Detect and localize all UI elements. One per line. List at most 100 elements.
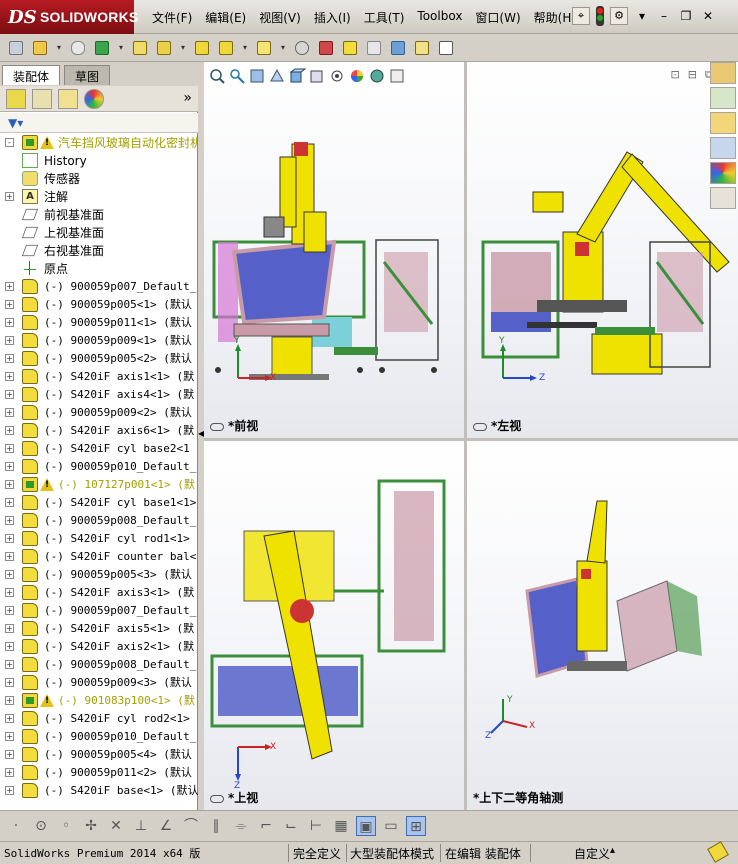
tree-item[interactable]: + (-) S420iF axis4<1> (默 [0,386,198,404]
expand-icon[interactable]: + [5,498,14,507]
configuration-manager-tab-icon[interactable] [58,88,78,109]
view-link-icon[interactable] [210,794,224,803]
expand-icon[interactable]: + [5,444,14,453]
angle-icon[interactable]: ∠ [156,816,176,836]
print-icon[interactable] [130,38,150,58]
options-gear-toolbar-icon[interactable] [292,38,312,58]
tree-item[interactable]: 传感器 [0,170,198,188]
design-library-icon[interactable] [710,87,736,109]
tree-item[interactable]: + (-) S420iF cyl rod2<1> [0,710,198,728]
tree-item[interactable]: + (-) 900059p005<3> (默认 [0,566,198,584]
menu-tools[interactable]: 工具(T) [360,9,414,26]
expand-icon[interactable]: + [5,786,14,795]
open-dropdown-icon[interactable]: ▾ [54,38,64,58]
tree-item[interactable]: - 汽车挡风玻璃自动化密封机 [0,134,198,152]
parallel-icon[interactable]: ∥ [206,816,226,836]
tree-filter[interactable]: ▼▾ [0,113,198,133]
expand-icon[interactable]: + [5,750,14,759]
point-icon[interactable]: · [6,816,26,836]
expand-icon[interactable]: + [5,624,14,633]
expand-icon[interactable]: + [5,642,14,651]
menu-edit[interactable]: 编辑(E) [201,9,255,26]
tree-item[interactable]: + (-) S420iF axis5<1> (默 [0,620,198,638]
options-gear-icon[interactable]: ⚙ [610,7,628,25]
feature-manager-tab-icon[interactable] [6,88,26,109]
four-view-icon[interactable]: ⊞ [406,815,426,836]
shaded-display-icon[interactable]: ▣ [356,815,376,836]
tree-item[interactable]: + (-) S420iF axis2<1> (默 [0,638,198,656]
tab-assembly[interactable]: 装配体 [2,65,61,85]
tree-item[interactable]: + (-) S420iF cyl rod1<1> [0,530,198,548]
tree-item[interactable]: + (-) 900059p011<1> (默认 [0,314,198,332]
expand-icon[interactable]: + [5,282,14,291]
tree-item[interactable]: 右视基准面 [0,242,198,260]
view-link-icon[interactable] [210,422,224,431]
expand-icon[interactable]: + [5,408,14,417]
expand-icon[interactable]: + [5,318,14,327]
preview-dropdown-icon[interactable]: ▾ [178,38,188,58]
tree-item[interactable]: 原点 [0,260,198,278]
tree-item[interactable]: + (-) S420iF cyl base2<1 [0,440,198,458]
tab-sketch[interactable]: 草图 [64,65,111,85]
tree-item[interactable]: + (-) S420iF axis1<1> (默 [0,368,198,386]
dropdown-arrow-icon[interactable]: ▾ [634,8,650,24]
expand-icon[interactable]: + [5,336,14,345]
rebuild-traffic-light-icon[interactable] [596,6,604,26]
trim-icon[interactable]: ⌯ [231,816,251,836]
viewport-top[interactable]: X Z *上视 [204,441,464,810]
edit-pencil-icon[interactable] [707,841,729,863]
menu-toolbox[interactable]: Toolbox [413,9,471,26]
paperclip-icon[interactable] [68,38,88,58]
menu-file[interactable]: 文件(F) [148,9,201,26]
reference-geometry-icon[interactable] [412,38,432,58]
tree-item[interactable]: + (-) 900059p008_Default_ [0,656,198,674]
insert-component-icon[interactable] [192,38,212,58]
status-custom-units[interactable]: 自定义 [574,845,610,862]
viewport-horizontal-divider[interactable] [204,438,738,441]
tree-item[interactable]: + (-) 900059p011<2> (默认 [0,764,198,782]
expand-icon[interactable]: + [5,678,14,687]
tree-item[interactable]: History [0,152,198,170]
display-manager-tab-icon[interactable] [84,88,104,109]
solidworks-resources-icon[interactable] [710,62,736,84]
component-preview-icon[interactable] [154,38,174,58]
grid-icon[interactable]: ▦ [331,816,351,836]
explode-view-icon[interactable] [254,38,274,58]
tree-item[interactable]: + (-) 900059p005<2> (默认 [0,350,198,368]
pin-icon[interactable]: ⌖ [572,7,590,25]
close-icon[interactable]: ✕ [700,8,716,24]
expand-icon[interactable]: + [5,714,14,723]
collapse-icon[interactable]: - [5,138,14,147]
view-palette-icon[interactable] [710,137,736,159]
assembly-features-icon[interactable] [388,38,408,58]
rotate-component-icon[interactable] [340,38,360,58]
mate-icon[interactable] [92,38,112,58]
expand-icon[interactable]: + [5,462,14,471]
more-tabs-icon[interactable]: » [183,90,192,106]
viewport-left[interactable]: ⊡ ⊟ ⧉ ✕ [467,62,738,438]
show-hidden-icon[interactable] [364,38,384,58]
expand-icon[interactable]: + [5,570,14,579]
tree-item[interactable]: + (-) S420iF counter bal< [0,548,198,566]
tree-item[interactable]: + (-) S420iF base<1> (默认 [0,782,198,800]
tree-item[interactable]: + (-) 107127p001<1> (默 [0,476,198,494]
open-folder-icon[interactable] [30,38,50,58]
expand-icon[interactable]: + [5,696,14,705]
minimize-icon[interactable]: – [656,8,672,24]
move-component-icon[interactable] [316,38,336,58]
expand-icon[interactable]: + [5,588,14,597]
units-dropdown-icon[interactable]: ▴ [610,845,615,856]
cross-icon[interactable]: ✕ [106,816,126,836]
tree-item[interactable]: + A 注解 [0,188,198,206]
center-point-icon[interactable]: ◦ [56,816,76,836]
tree-item[interactable]: + (-) 900059p009<1> (默认 [0,332,198,350]
tree-item[interactable]: + (-) 900059p009<3> (默认 [0,674,198,692]
plus-icon[interactable]: ✢ [81,816,101,836]
tree-item[interactable]: + (-) S420iF axis6<1> (默 [0,422,198,440]
filter-icon[interactable]: ▼▾ [8,116,23,130]
expand-icon[interactable]: + [5,768,14,777]
restore-icon[interactable]: ❐ [678,8,694,24]
menu-view[interactable]: 视图(V) [255,9,310,26]
expand-icon[interactable]: + [5,390,14,399]
file-explorer-icon[interactable] [710,112,736,134]
